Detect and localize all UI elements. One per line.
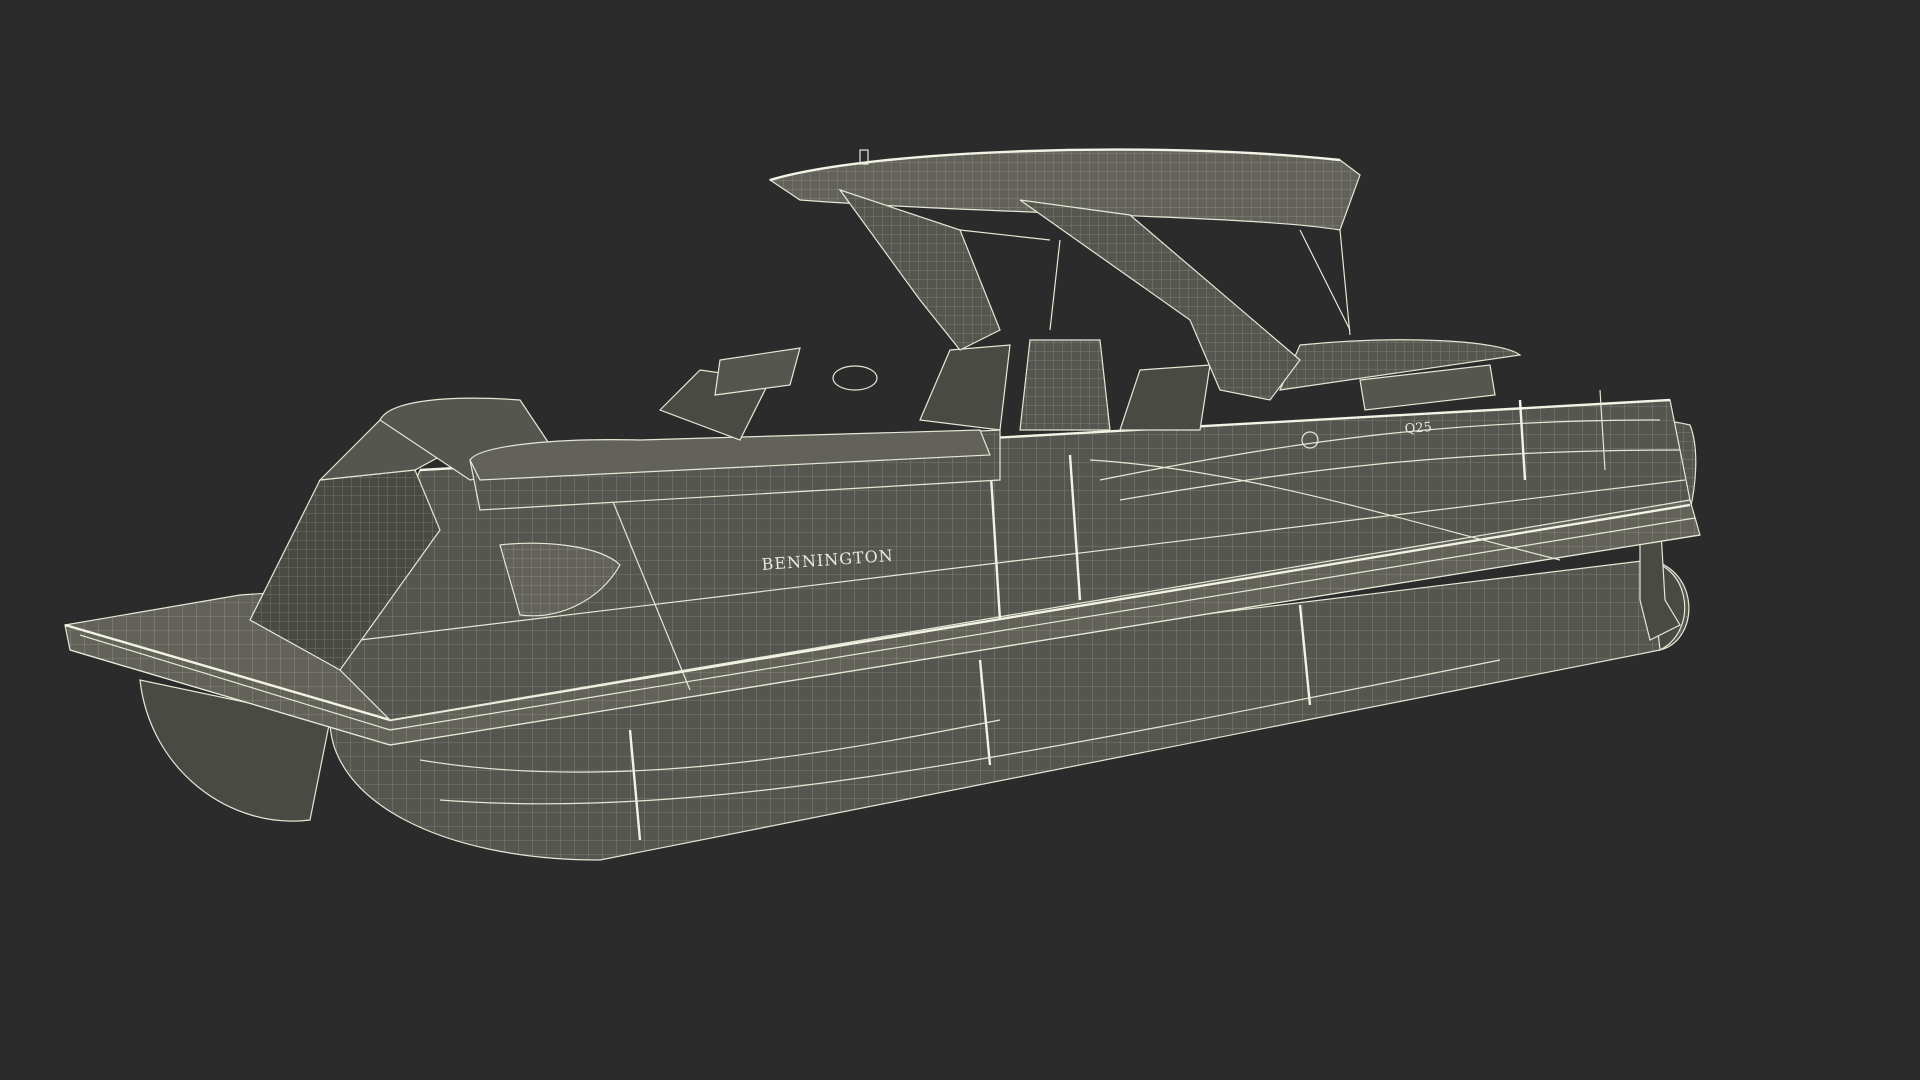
captain-seat: [919, 344, 1011, 431]
passenger-seat: [1119, 364, 1211, 431]
steering-wheel-icon: [832, 365, 878, 391]
render-viewport: BENNINGTON Q25: [0, 0, 1920, 1080]
console-panel: [714, 347, 801, 396]
wireframe-boat-render: BENNINGTON Q25: [64, 148, 1701, 861]
model-badge-text: Q25: [1404, 420, 1432, 437]
